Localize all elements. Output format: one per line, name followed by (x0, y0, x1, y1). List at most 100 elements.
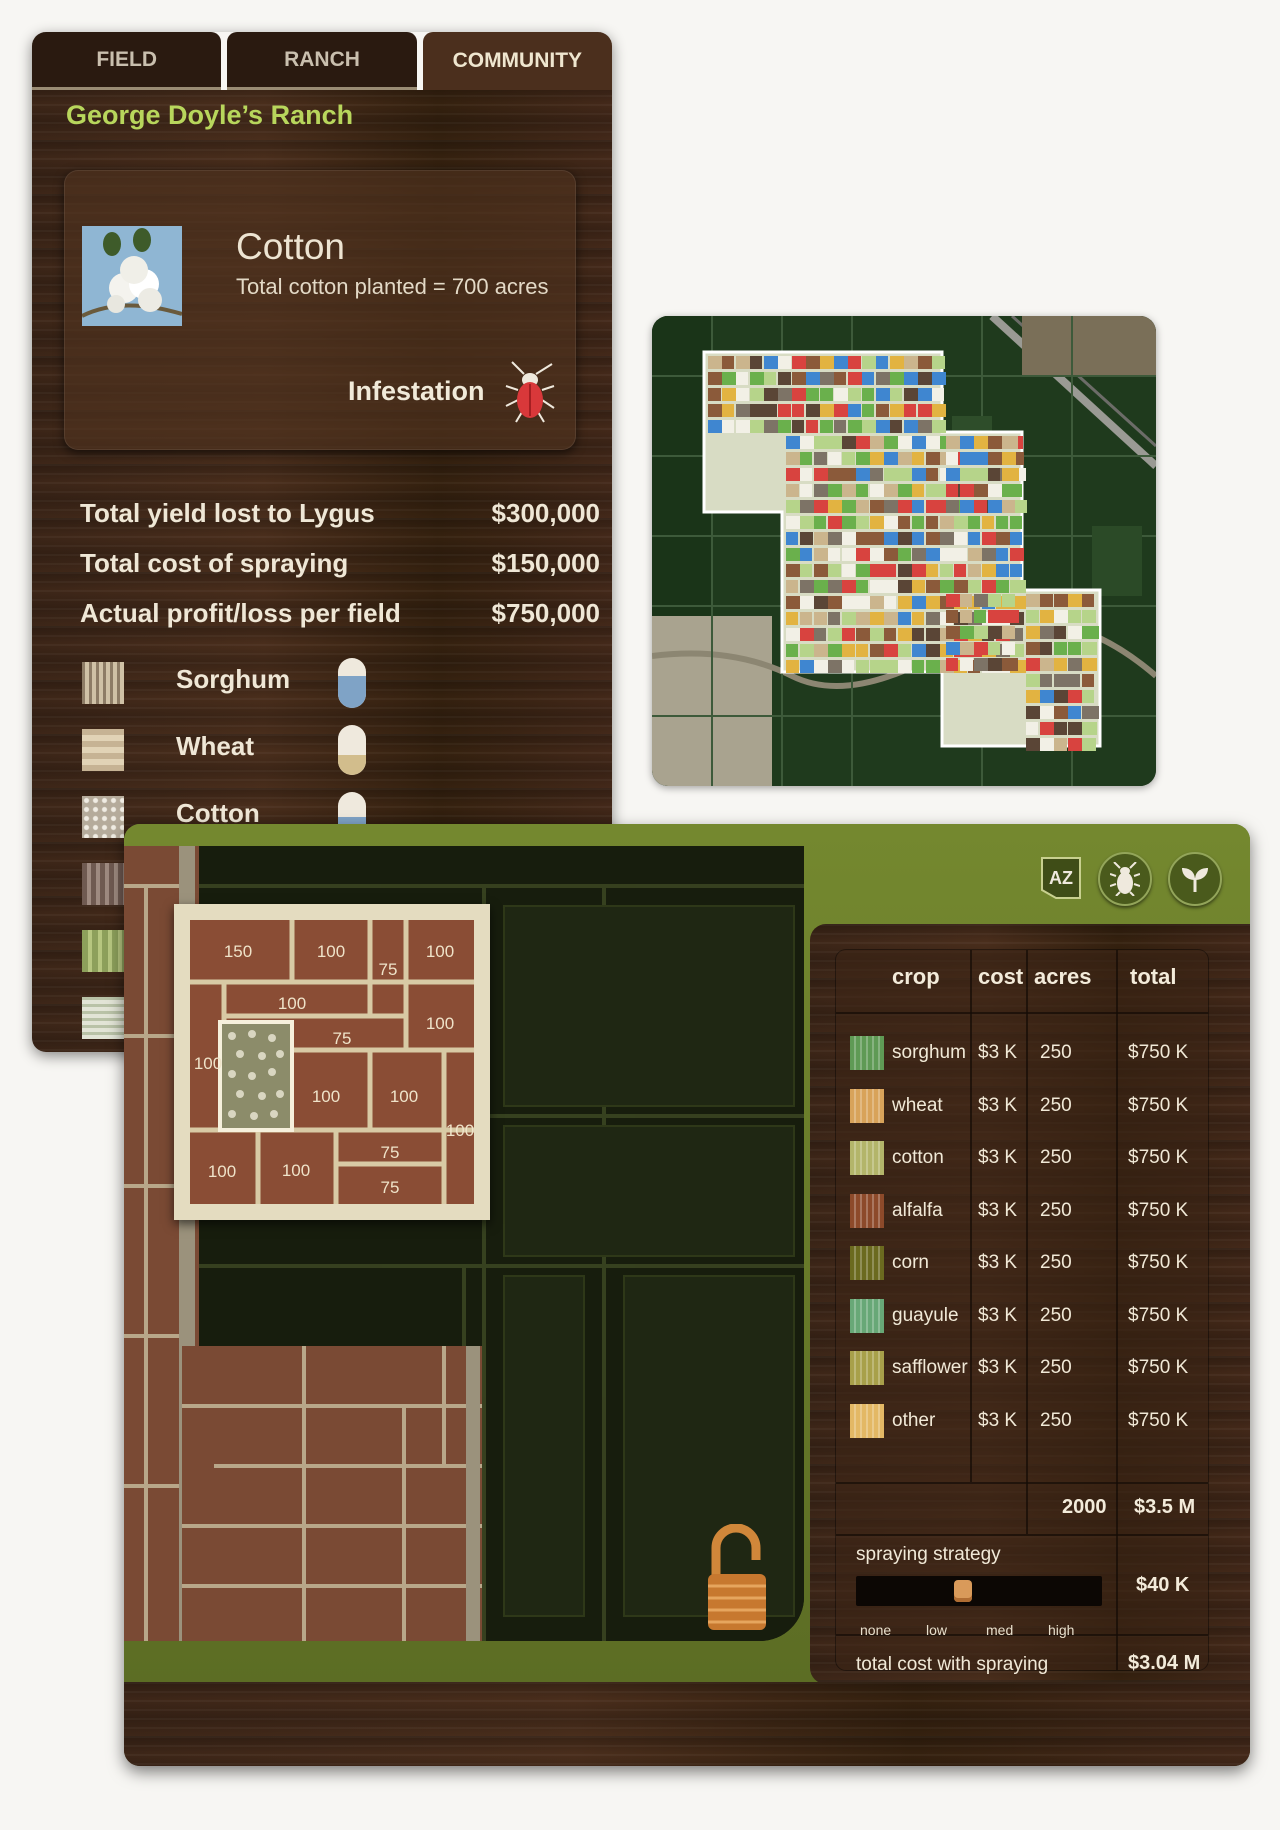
map-parcel (708, 372, 722, 385)
map-parcel (848, 420, 862, 433)
crop-swatch-icon (850, 1141, 884, 1175)
parcel-label: 75 (333, 1029, 352, 1048)
state-selector-button[interactable]: AZ (1038, 854, 1084, 902)
map-parcel (786, 644, 798, 657)
map-parcel (884, 500, 899, 513)
map-parcel (904, 372, 918, 385)
map-parcel (912, 564, 927, 577)
map-parcel (1082, 626, 1099, 639)
map-parcel (820, 372, 836, 385)
map-parcel (946, 484, 958, 497)
sorghum-swatch-icon (82, 662, 124, 704)
map-parcel (982, 548, 996, 561)
map-parcel (856, 660, 869, 673)
table-row[interactable]: wheat $3 K 250 $750 K (836, 1081, 1208, 1133)
map-parcel (1054, 722, 1067, 735)
table-row[interactable]: alfalfa $3 K 250 $750 K (836, 1186, 1208, 1238)
crop-total-cell: $750 K (1128, 1199, 1189, 1221)
map-parcel (1082, 642, 1097, 655)
stat-profit-loss: Actual profit/loss per field $750,000 (80, 588, 600, 638)
slider-tick-label: high (1048, 1622, 1075, 1638)
map-parcel (940, 564, 953, 577)
map-parcel (778, 404, 791, 417)
map-parcel (884, 628, 896, 641)
map-parcel (786, 612, 798, 625)
map-parcel (1040, 706, 1054, 719)
tab-ranch[interactable]: RANCH (227, 32, 417, 90)
map-parcel (764, 420, 780, 433)
map-parcel (876, 388, 891, 401)
map-parcel (884, 516, 900, 529)
map-parcel (778, 356, 791, 369)
map-parcel (842, 500, 856, 513)
map-parcel (856, 452, 871, 465)
tab-community[interactable]: COMMUNITY (422, 32, 612, 90)
lygus-bug-icon[interactable] (504, 360, 556, 424)
map-parcel (974, 452, 990, 465)
crop-view-button[interactable] (1168, 852, 1222, 906)
stat-value: $750,000 (491, 597, 600, 628)
map-parcel (786, 580, 798, 593)
col-header-crop: crop (892, 964, 940, 989)
map-parcel (1026, 674, 1041, 687)
map-parcel (974, 658, 990, 671)
crop-acres-cell: 250 (1040, 1199, 1072, 1221)
table-row[interactable]: guayule $3 K 250 $750 K (836, 1291, 1208, 1343)
map-parcel (946, 594, 961, 607)
map-parcel (870, 452, 886, 465)
map-parcel (974, 468, 990, 481)
map-parcel (800, 660, 815, 673)
parcel-label: 100 (426, 1014, 454, 1033)
community-map[interactable] (652, 316, 1156, 786)
map-parcel (848, 388, 861, 401)
map-parcel (918, 356, 934, 369)
map-parcel (820, 388, 833, 401)
map-parcel (722, 356, 734, 369)
table-row[interactable]: cotton $3 K 250 $750 K (836, 1133, 1208, 1185)
slider-handle[interactable] (954, 1580, 973, 1602)
map-parcel (954, 564, 966, 577)
crop-cost-cell: $3 K (978, 1409, 1018, 1431)
map-parcel (1040, 594, 1053, 607)
map-parcel (856, 564, 871, 577)
map-parcel (1002, 642, 1015, 655)
tab-field[interactable]: FIELD (32, 32, 222, 90)
padlock-icon[interactable] (704, 1523, 770, 1634)
slider-tick-label: none (860, 1622, 892, 1638)
pest-view-button[interactable] (1098, 852, 1152, 906)
map-parcel (1040, 674, 1052, 687)
map-parcel (1068, 610, 1081, 623)
map-parcel (940, 516, 954, 529)
stat-label: Actual profit/loss per field (80, 597, 401, 628)
map-parcel (884, 596, 896, 609)
map-parcel (828, 548, 840, 561)
map-parcel (870, 628, 885, 641)
table-row[interactable]: safflower $3 K 250 $750 K (836, 1343, 1208, 1395)
map-parcel (842, 548, 856, 561)
map-parcel (974, 626, 990, 639)
map-parcel (912, 484, 924, 497)
parcel-label: 75 (379, 960, 398, 979)
map-parcel (834, 356, 849, 369)
spraying-strategy-slider[interactable] (856, 1576, 1102, 1606)
map-parcel (1040, 738, 1056, 751)
satellite-map (652, 316, 1156, 786)
map-parcel (1002, 610, 1019, 623)
map-parcel (1068, 626, 1084, 639)
map-parcel (778, 372, 791, 385)
table-row[interactable]: corn $3 K 250 $750 K (836, 1238, 1208, 1290)
map-parcel (1082, 738, 1096, 751)
map-parcel (870, 468, 883, 481)
map-parcel (912, 468, 928, 481)
selected-field-plot[interactable]: 150 100 75 100 100 100 75 100 100 100 10… (174, 904, 490, 1220)
map-parcel (806, 388, 819, 401)
total-value: $3.5 M (1134, 1496, 1196, 1518)
map-parcel (890, 420, 902, 433)
map-parcel (764, 372, 776, 385)
map-parcel (912, 452, 924, 465)
table-row[interactable]: other $3 K 250 $750 K (836, 1396, 1208, 1448)
map-parcel (856, 532, 870, 545)
table-row[interactable]: sorghum $3 K 250 $750 K (836, 1028, 1208, 1080)
map-parcel (792, 356, 807, 369)
map-parcel (926, 516, 938, 529)
